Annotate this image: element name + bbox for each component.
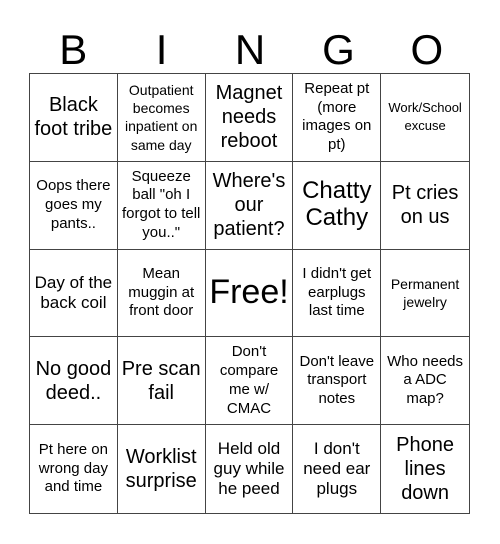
bingo-grid: Black foot tribe Outpatient becomes inpat… [29,73,470,514]
bingo-cell[interactable]: Pt cries on us [381,162,469,250]
bingo-cell[interactable]: Mean muggin at front door [117,249,206,338]
bingo-cell[interactable]: Pre scan fail [117,337,206,426]
bingo-cell[interactable]: Black foot tribe [30,74,118,162]
header-letter-n: N [234,26,266,73]
bingo-cell[interactable]: Held old guy while he peed [206,425,294,513]
header-letter-o: O [410,26,444,73]
bingo-cell[interactable]: Outpatient becomes inpatient on same day [117,74,206,162]
bingo-header: B I N G O [29,26,471,74]
bingo-cell[interactable]: Squeeze ball "oh I forgot to tell you.." [117,161,206,250]
bingo-cell[interactable]: Chatty Cathy [293,161,382,250]
bingo-cell[interactable]: Phone lines down [381,425,469,513]
bingo-cell[interactable]: Don't leave transport notes [293,337,382,426]
bingo-cell[interactable]: Who needs a ADC map? [381,337,469,426]
bingo-cell[interactable]: Day of the back coil [30,249,118,338]
bingo-cell[interactable]: Permanent jewelry [381,250,469,338]
bingo-cell[interactable]: Work/School excuse [381,74,469,162]
bingo-cell[interactable]: Repeat pt (more images on pt) [293,74,382,162]
free-space[interactable]: Free! [205,249,294,338]
bingo-cell[interactable]: Magnet needs reboot [205,74,294,162]
bingo-cell[interactable]: Where's our patient? [205,161,294,250]
bingo-cell[interactable]: I didn't get earplugs last time [293,249,382,338]
bingo-cell[interactable]: Worklist surprise [118,425,206,513]
header-letter-g: G [322,26,355,73]
bingo-cell[interactable]: I don't need ear plugs [293,425,382,513]
bingo-cell[interactable]: Pt here on wrong day and time [30,425,118,513]
header-letter-i: I [155,26,168,73]
bingo-cell[interactable]: Don't compare me w/ CMAC [205,337,294,426]
bingo-cell[interactable]: Oops there goes my pants.. [30,161,118,250]
header-letter-b: B [59,26,88,73]
bingo-cell[interactable]: No good deed.. [30,337,118,426]
